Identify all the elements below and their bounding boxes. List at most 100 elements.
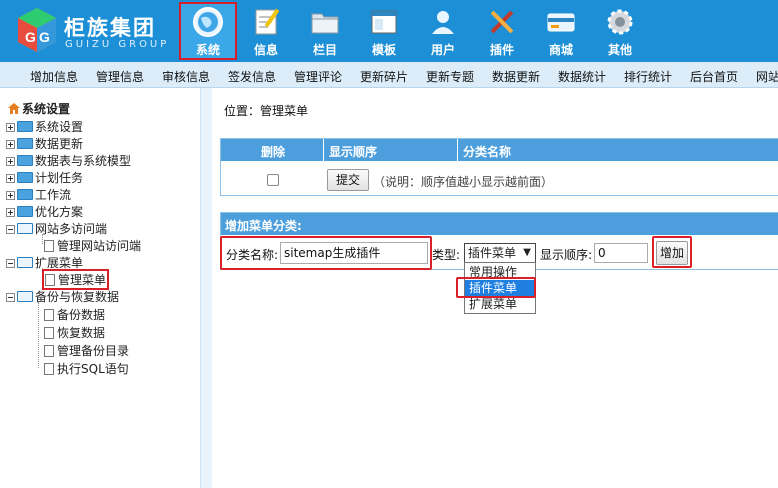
sidebar-tree: 系统设置 系统设置 数据更新 数据表与系统模型 计划任务 工作流 优化方案 网站… bbox=[0, 88, 200, 488]
subnav-update-fragments[interactable]: 更新碎片 bbox=[360, 68, 408, 85]
svg-text:G: G bbox=[25, 29, 36, 45]
add-button[interactable]: 增加 bbox=[656, 241, 688, 265]
document-icon bbox=[44, 240, 54, 252]
delete-checkbox[interactable] bbox=[267, 174, 279, 186]
nav-label: 插件 bbox=[489, 43, 514, 57]
header-divider bbox=[323, 139, 324, 161]
tree-item-scheduled-tasks[interactable]: 计划任务 bbox=[6, 169, 83, 186]
open-folder-icon bbox=[17, 291, 33, 302]
folder-icon bbox=[17, 138, 33, 149]
nav-system[interactable]: 系统 bbox=[179, 2, 237, 60]
document-icon bbox=[44, 345, 54, 357]
expand-icon[interactable] bbox=[6, 191, 15, 200]
breadcrumb: 位置：管理菜单 bbox=[224, 102, 308, 119]
form-header: 增加菜单分类: bbox=[221, 213, 778, 235]
tree-item-backup-data[interactable]: 备份数据 bbox=[44, 306, 105, 323]
subnav-manage-comments[interactable]: 管理评论 bbox=[294, 68, 342, 85]
nav-label: 栏目 bbox=[312, 43, 337, 57]
nav-template[interactable]: 模板 bbox=[355, 2, 413, 60]
globe-icon bbox=[193, 7, 223, 37]
expand-icon[interactable] bbox=[6, 140, 15, 149]
tree-item-data-tables[interactable]: 数据表与系统模型 bbox=[6, 152, 131, 169]
folder-icon bbox=[311, 13, 339, 34]
open-folder-icon bbox=[17, 223, 33, 234]
folder-icon bbox=[17, 172, 33, 183]
folder-icon bbox=[17, 155, 33, 166]
card-icon bbox=[547, 13, 575, 32]
folder-icon bbox=[17, 121, 33, 132]
logo-mark-icon: G G bbox=[18, 8, 56, 52]
tree-item-manage-access[interactable]: 管理网站访问端 bbox=[44, 237, 141, 254]
table-header: 删除 显示顺序 分类名称 bbox=[221, 139, 778, 161]
document-icon bbox=[44, 363, 54, 375]
submit-button[interactable]: 提交 bbox=[327, 169, 369, 191]
nav-info[interactable]: 信息 bbox=[237, 2, 295, 60]
nav-label: 其他 bbox=[607, 43, 632, 57]
header-delete: 删除 bbox=[261, 145, 286, 159]
folder-icon bbox=[17, 189, 33, 200]
gear-icon bbox=[607, 9, 633, 35]
chevron-down-icon: ▼ bbox=[523, 247, 531, 258]
header-order: 显示顺序 bbox=[329, 145, 378, 159]
tree-item-multi-access[interactable]: 网站多访问端 bbox=[6, 220, 107, 237]
tree-item-data-update[interactable]: 数据更新 bbox=[6, 135, 83, 152]
subnav-review-info[interactable]: 审核信息 bbox=[162, 68, 210, 85]
document-icon bbox=[45, 274, 55, 286]
collapse-icon[interactable] bbox=[6, 259, 15, 268]
tree-item-restore-data[interactable]: 恢复数据 bbox=[44, 324, 105, 341]
nav-label: 商城 bbox=[548, 43, 573, 57]
open-folder-icon bbox=[17, 257, 33, 268]
user-icon bbox=[432, 11, 454, 34]
tree-item-run-sql[interactable]: 执行SQL语句 bbox=[44, 360, 129, 377]
tree-item-workflow[interactable]: 工作流 bbox=[6, 186, 71, 203]
nav-user[interactable]: 用户 bbox=[414, 2, 472, 60]
tools-icon bbox=[490, 10, 514, 34]
svg-text:G: G bbox=[39, 29, 50, 45]
collapse-icon[interactable] bbox=[6, 293, 15, 302]
nav-other[interactable]: 其他 bbox=[591, 2, 649, 60]
subnav-issue-info[interactable]: 签发信息 bbox=[228, 68, 276, 85]
nav-shop[interactable]: 商城 bbox=[532, 2, 590, 60]
nav-plugin[interactable]: 插件 bbox=[473, 2, 531, 60]
tree-connector bbox=[42, 268, 43, 278]
tree-connector bbox=[38, 302, 39, 368]
tree-item-extend-menu[interactable]: 扩展菜单 bbox=[6, 254, 83, 271]
order-input[interactable]: 0 bbox=[594, 243, 648, 263]
tree-root: 系统设置 bbox=[8, 100, 70, 117]
tree-connector bbox=[42, 234, 43, 244]
nav-column[interactable]: 栏目 bbox=[296, 2, 354, 60]
expand-icon[interactable] bbox=[6, 174, 15, 183]
category-name-input[interactable]: sitemap生成插件 bbox=[280, 242, 428, 264]
logo: G G 柜族集团 GUIZU GROUP bbox=[14, 6, 174, 56]
type-select[interactable]: 插件菜单 ▼ bbox=[464, 243, 536, 263]
menu-list-table: 删除 显示顺序 分类名称 提交 （说明：顺序值越小显示越前面） bbox=[220, 138, 778, 196]
logo-name: 柜族集团 bbox=[64, 16, 156, 40]
sidebar-scrollbar[interactable] bbox=[200, 88, 212, 488]
expand-icon[interactable] bbox=[6, 157, 15, 166]
header-category-name: 分类名称 bbox=[463, 145, 512, 159]
type-option-extend[interactable]: 扩展菜单 bbox=[465, 296, 535, 312]
breadcrumb-current: 管理菜单 bbox=[260, 104, 309, 118]
logo-subtitle: GUIZU GROUP bbox=[65, 39, 170, 50]
top-header: G G 柜族集团 GUIZU GROUP 系统 信息 栏目 模板 用户 插件 商… bbox=[0, 0, 778, 62]
tree-root-label: 系统设置 bbox=[22, 102, 71, 116]
subnav-data-update[interactable]: 数据更新 bbox=[492, 68, 540, 85]
subnav-manage-info[interactable]: 管理信息 bbox=[96, 68, 144, 85]
expand-icon[interactable] bbox=[6, 123, 15, 132]
subnav-rank-stats[interactable]: 排行统计 bbox=[624, 68, 672, 85]
document-icon bbox=[44, 327, 54, 339]
type-label: 类型: bbox=[432, 248, 461, 262]
name-label: 分类名称: bbox=[226, 248, 279, 262]
expand-icon[interactable] bbox=[6, 208, 15, 217]
tree-item-backup-dir[interactable]: 管理备份目录 bbox=[44, 342, 129, 359]
subnav-update-topics[interactable]: 更新专题 bbox=[426, 68, 474, 85]
subnav-data-stats[interactable]: 数据统计 bbox=[558, 68, 606, 85]
tree-item-manage-menu[interactable]: 管理菜单 bbox=[41, 269, 110, 290]
tree-item-optimization[interactable]: 优化方案 bbox=[6, 203, 83, 220]
tree-item-system-settings[interactable]: 系统设置 bbox=[6, 118, 83, 135]
collapse-icon[interactable] bbox=[6, 225, 15, 234]
subnav-admin-home[interactable]: 后台首页 bbox=[690, 68, 738, 85]
tree-item-backup[interactable]: 备份与恢复数据 bbox=[6, 288, 119, 305]
subnav-site[interactable]: 网站 bbox=[756, 68, 778, 85]
subnav-add-info[interactable]: 增加信息 bbox=[30, 68, 78, 85]
